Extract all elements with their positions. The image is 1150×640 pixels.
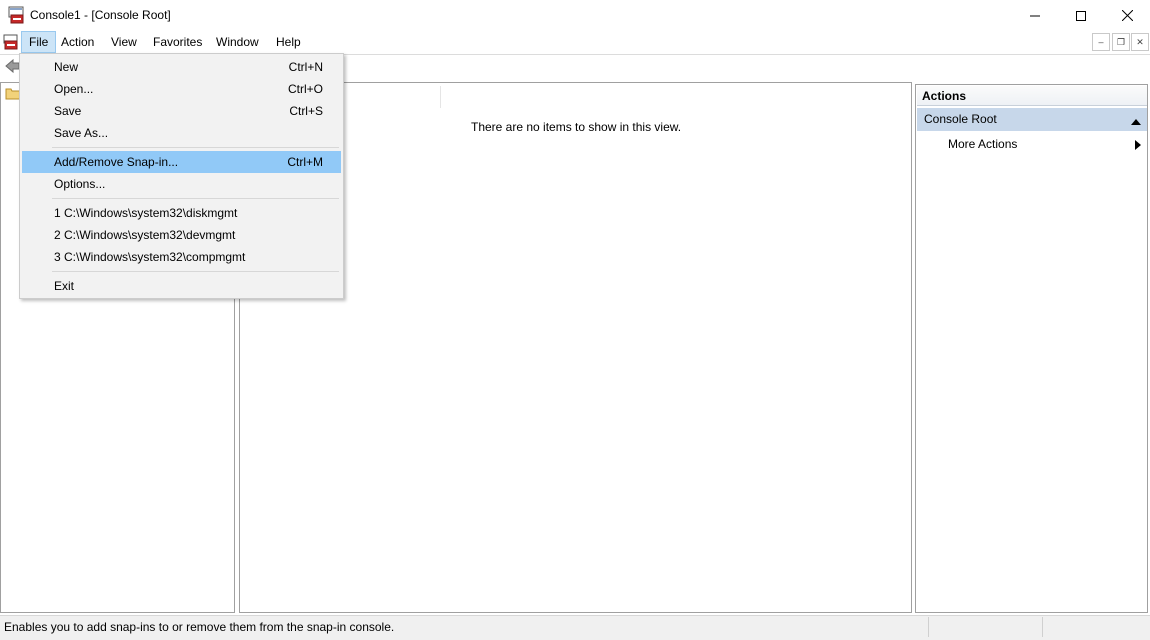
app-icon[interactable] bbox=[8, 6, 26, 24]
child-minimize-button[interactable]: – bbox=[1092, 33, 1110, 51]
file-menu-save[interactable]: Save Ctrl+S bbox=[22, 100, 341, 122]
menu-window[interactable]: Window bbox=[209, 32, 266, 52]
status-text: Enables you to add snap-ins to or remove… bbox=[4, 620, 395, 634]
window-title: Console1 - [Console Root] bbox=[30, 8, 171, 22]
file-menu-new[interactable]: New Ctrl+N bbox=[22, 56, 341, 78]
close-icon bbox=[1121, 10, 1133, 21]
file-menu-open[interactable]: Open... Ctrl+O bbox=[22, 78, 341, 100]
file-menu-recent-2[interactable]: 2 C:\Windows\system32\devmgmt bbox=[22, 224, 341, 246]
back-button[interactable] bbox=[4, 58, 20, 74]
menu-bar: File Action View Favorites Window Help bbox=[0, 31, 1150, 53]
status-separator bbox=[928, 617, 929, 637]
file-menu-add-remove-snapin[interactable]: Add/Remove Snap-in... Ctrl+M bbox=[22, 151, 341, 173]
file-menu-save-as[interactable]: Save As... bbox=[22, 122, 341, 144]
menu-favorites[interactable]: Favorites bbox=[146, 32, 209, 52]
more-actions-item[interactable]: More Actions bbox=[948, 137, 1017, 151]
menu-separator bbox=[52, 271, 339, 272]
menu-separator bbox=[52, 147, 339, 148]
minimize-button[interactable] bbox=[1012, 0, 1058, 31]
menu-separator bbox=[52, 198, 339, 199]
title-bar bbox=[0, 0, 1150, 31]
close-button[interactable] bbox=[1104, 0, 1150, 31]
menu-view[interactable]: View bbox=[104, 32, 144, 52]
actions-header: Actions bbox=[917, 86, 1147, 106]
actions-section-label: Console Root bbox=[924, 112, 997, 126]
mdi-app-icon[interactable] bbox=[3, 34, 19, 50]
menu-action[interactable]: Action bbox=[54, 32, 101, 52]
actions-pane bbox=[915, 84, 1148, 613]
menu-help[interactable]: Help bbox=[269, 32, 308, 52]
collapse-arrow-icon[interactable] bbox=[1131, 115, 1141, 125]
menu-file[interactable]: File bbox=[21, 31, 57, 53]
child-restore-button[interactable]: ❐ bbox=[1112, 33, 1130, 51]
file-menu-exit[interactable]: Exit bbox=[22, 275, 341, 297]
child-close-button[interactable]: ✕ bbox=[1131, 33, 1149, 51]
back-arrow-icon bbox=[5, 58, 20, 74]
column-header-divider[interactable] bbox=[440, 86, 441, 108]
file-menu-recent-3[interactable]: 3 C:\Windows\system32\compmgmt bbox=[22, 246, 341, 268]
file-menu-recent-1[interactable]: 1 C:\Windows\system32\diskmgmt bbox=[22, 202, 341, 224]
maximize-icon bbox=[1076, 10, 1086, 21]
minimize-icon bbox=[1030, 15, 1040, 16]
empty-view-message: There are no items to show in this view. bbox=[471, 120, 682, 134]
expand-arrow-icon bbox=[1134, 139, 1142, 150]
actions-section-console-root[interactable]: Console Root bbox=[917, 108, 1147, 131]
file-menu-options[interactable]: Options... bbox=[22, 173, 341, 195]
maximize-button[interactable] bbox=[1058, 0, 1104, 31]
status-separator bbox=[1042, 617, 1043, 637]
